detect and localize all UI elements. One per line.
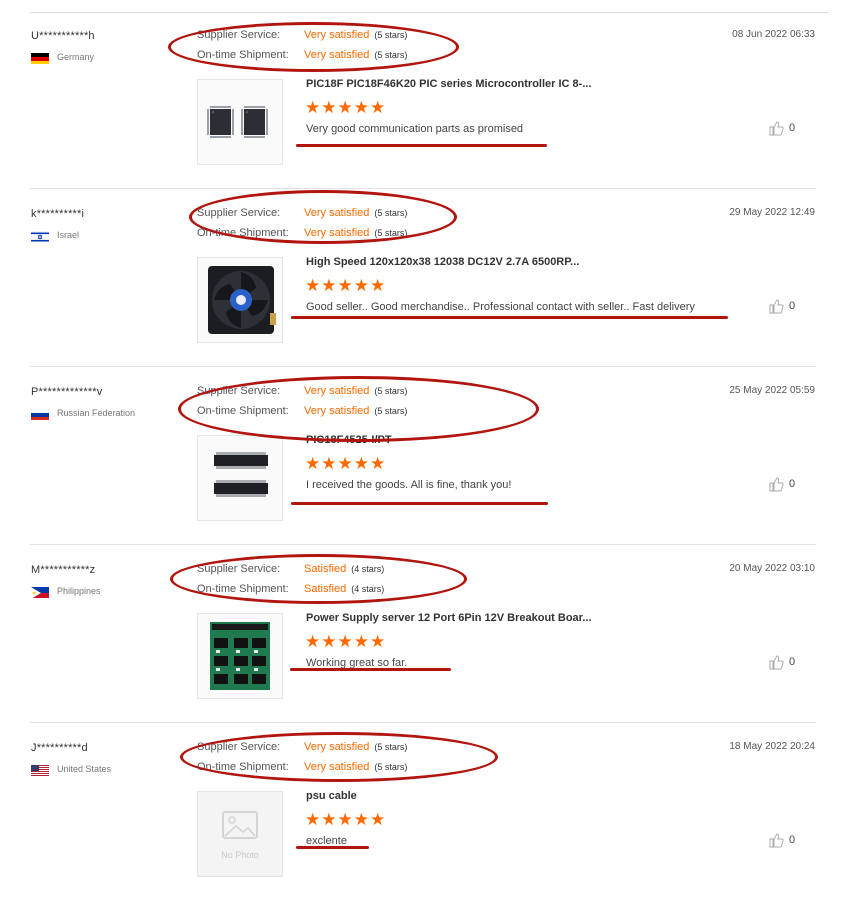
review-divider <box>30 366 816 367</box>
review-item: k**********i Israel Supplier Service: Ver… <box>0 190 862 368</box>
annotation-ellipse <box>168 22 459 72</box>
review-item: J**********d United States Supplier Serv… <box>0 724 862 902</box>
product-thumbnail[interactable]: No Photo <box>197 791 283 877</box>
reviewer-name: J**********d <box>31 742 88 754</box>
thumbs-up-icon <box>769 299 784 314</box>
annotation-ellipse <box>189 190 457 244</box>
no-photo-label: No Photo <box>221 850 259 860</box>
review-divider <box>30 544 816 545</box>
like-button[interactable]: 0 <box>768 120 808 138</box>
review-date: 25 May 2022 05:59 <box>729 385 815 396</box>
ic-chip-image <box>198 80 282 164</box>
product-thumbnail[interactable] <box>197 257 283 343</box>
russia-flag-icon <box>31 408 49 420</box>
thumbs-up-icon <box>769 477 784 492</box>
like-count: 0 <box>789 834 796 846</box>
review-item: U***********h Germany Supplier Service: V… <box>0 12 862 190</box>
rating-stars: ★★★★★ <box>305 454 387 473</box>
annotation-ellipse <box>178 376 539 442</box>
germany-flag-icon <box>31 52 49 64</box>
review-date: 18 May 2022 20:24 <box>729 741 815 752</box>
review-comment: Very good communication parts as promise… <box>306 123 524 135</box>
review-item: P*************v Russian Federation Suppl… <box>0 368 862 546</box>
review-date: 08 Jun 2022 06:33 <box>732 29 815 40</box>
annotation-underline <box>290 668 451 671</box>
product-thumbnail[interactable] <box>197 435 283 521</box>
reviewer-country: Germany <box>57 52 95 62</box>
annotation-ellipse <box>180 732 498 782</box>
review-comment: Good seller.. Good merchandise.. Profess… <box>306 301 695 313</box>
reviewer-name: M***********z <box>31 564 96 576</box>
annotation-underline <box>296 846 369 849</box>
annotation-ellipse <box>170 554 467 604</box>
no-photo-placeholder: No Photo <box>198 792 282 876</box>
review-item: M***********z Philippines Supplier Servi… <box>0 546 862 724</box>
thumbs-up-icon <box>769 833 784 848</box>
review-divider <box>30 188 816 189</box>
reviewer-country: Philippines <box>57 586 101 596</box>
product-title[interactable]: Power Supply server 12 Port 6Pin 12V Bre… <box>306 612 592 624</box>
annotation-underline <box>291 316 728 319</box>
review-date: 29 May 2022 12:49 <box>729 207 815 218</box>
product-thumbnail[interactable] <box>197 79 283 165</box>
annotation-underline <box>296 144 547 147</box>
soic-chips-image <box>198 436 282 520</box>
like-button[interactable]: 0 <box>768 476 808 494</box>
like-count: 0 <box>789 478 796 490</box>
philippines-flag-icon <box>31 586 49 598</box>
like-button[interactable]: 0 <box>768 654 808 672</box>
usa-flag-icon <box>31 764 49 776</box>
like-button[interactable]: 0 <box>768 832 808 850</box>
breakout-board-image <box>198 614 282 698</box>
rating-stars: ★★★★★ <box>305 276 387 295</box>
product-thumbnail[interactable] <box>197 613 283 699</box>
reviewer-name: U***********h <box>31 30 95 42</box>
rating-stars: ★★★★★ <box>305 810 387 829</box>
reviewer-name: k**********i <box>31 208 85 220</box>
like-button[interactable]: 0 <box>768 298 808 316</box>
like-count: 0 <box>789 300 796 312</box>
image-placeholder-icon <box>222 811 258 839</box>
thumbs-up-icon <box>769 655 784 670</box>
reviewer-name: P*************v <box>31 386 103 398</box>
like-count: 0 <box>789 122 796 134</box>
reviewer-country: Russian Federation <box>57 408 136 418</box>
product-title[interactable]: High Speed 120x120x38 12038 DC12V 2.7A 6… <box>306 256 579 268</box>
annotation-underline <box>291 502 548 505</box>
reviewer-country: United States <box>57 764 112 774</box>
rating-stars: ★★★★★ <box>305 632 387 651</box>
israel-flag-icon <box>31 230 49 242</box>
fan-image <box>198 258 282 342</box>
reviewer-country: Israel <box>57 230 80 240</box>
product-title[interactable]: psu cable <box>306 790 357 802</box>
thumbs-up-icon <box>769 121 784 136</box>
review-date: 20 May 2022 03:10 <box>729 563 815 574</box>
review-comment: I received the goods. All is fine, thank… <box>306 479 512 491</box>
rating-stars: ★★★★★ <box>305 98 387 117</box>
like-count: 0 <box>789 656 796 668</box>
product-title[interactable]: PIC18F PIC18F46K20 PIC series Microcontr… <box>306 78 592 90</box>
review-divider <box>30 722 816 723</box>
